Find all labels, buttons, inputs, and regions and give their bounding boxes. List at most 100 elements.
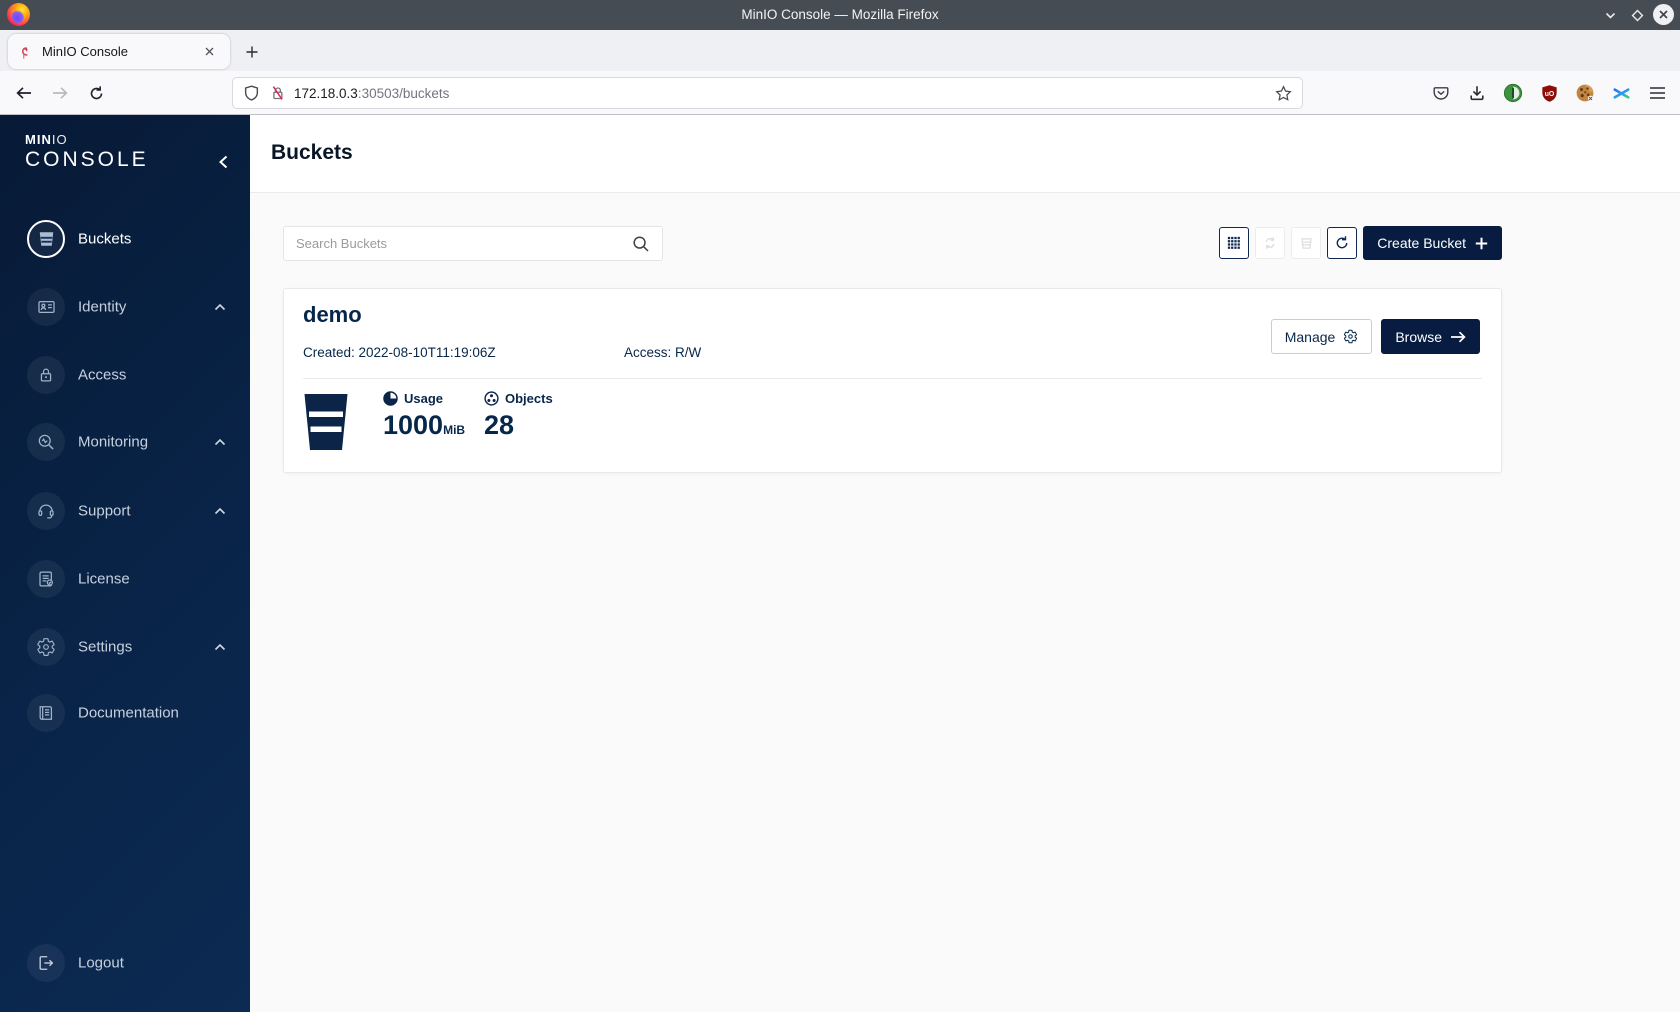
grid-view-button[interactable] (1219, 227, 1250, 259)
grid-view-icon (1228, 236, 1241, 249)
sidebar-item-documentation[interactable]: Documentation (0, 689, 250, 737)
refresh-icon (1336, 236, 1348, 249)
downloads-button[interactable] (1466, 82, 1488, 104)
caret-up-icon[interactable] (214, 643, 226, 651)
sidebar-item-license[interactable]: License (0, 555, 250, 603)
back-icon (16, 87, 31, 99)
browser-titlebar: MinIO Console — Mozilla Firefox (0, 0, 1680, 30)
book-icon (27, 694, 65, 732)
manage-button[interactable]: Manage (1270, 319, 1373, 354)
browser-tab[interactable]: MinIO Console (8, 34, 230, 69)
bucket-access: Access: R/W (624, 345, 702, 360)
delete-buckets-button[interactable] (1291, 227, 1322, 259)
page-title: Buckets (271, 141, 353, 164)
plus-icon (246, 46, 258, 58)
maximize-icon (1631, 9, 1643, 21)
identity-icon (27, 288, 65, 326)
logo-min: MIN (25, 132, 52, 147)
bookmark-star-button[interactable] (1275, 84, 1292, 102)
window-title: MinIO Console — Mozilla Firefox (741, 7, 939, 22)
usage-value: 1000 (383, 410, 444, 440)
bucket-created: Created: 2022-08-10T11:19:06Z (303, 345, 496, 360)
card-divider (303, 378, 1482, 379)
sidebar-item-support[interactable]: Support (0, 487, 250, 535)
reload-icon (90, 85, 102, 99)
forward-button[interactable] (49, 82, 71, 104)
minimize-icon (1605, 12, 1615, 19)
sidebar-item-label: Logout (78, 954, 124, 972)
usage-metric: Usage 1000MiB (383, 391, 465, 439)
sidebar-item-label: Documentation (78, 704, 179, 722)
objects-metric: Objects 28 (484, 391, 553, 439)
sidebar-item-identity[interactable]: Identity (0, 283, 250, 331)
sidebar-item-settings[interactable]: Settings (0, 623, 250, 671)
bucket-card-actions: Manage Browse (1270, 319, 1480, 354)
extension-cookie-button[interactable] (1574, 82, 1596, 104)
sidebar-item-label: Settings (78, 638, 133, 656)
browse-button[interactable]: Browse (1381, 319, 1480, 354)
pocket-button[interactable] (1430, 82, 1452, 104)
objects-icon (484, 391, 499, 406)
buckets-toolbar: Create Bucket (1219, 226, 1502, 260)
caret-up-icon[interactable] (214, 303, 226, 311)
delete-bucket-icon (1300, 237, 1312, 249)
search-input[interactable] (296, 236, 632, 251)
extension-asterisk-button[interactable] (1610, 82, 1632, 104)
support-headset-icon (27, 492, 65, 530)
lock-icon (27, 356, 65, 394)
sidebar-item-label: Buckets (78, 230, 132, 248)
refresh-button[interactable] (1327, 227, 1358, 259)
url-bar[interactable]: 172.18.0.3:30503/buckets (232, 77, 1303, 109)
menu-button[interactable] (1646, 82, 1668, 104)
objects-label: Objects (505, 391, 553, 406)
buckets-icon (27, 220, 65, 258)
usage-label: Usage (404, 391, 444, 406)
back-button[interactable] (13, 82, 35, 104)
minio-logo: MINIO CONSOLE (25, 132, 149, 172)
create-bucket-button[interactable]: Create Bucket (1363, 226, 1502, 260)
bucket-card[interactable]: demo Created: 2022-08-10T11:19:06Z Acces… (283, 288, 1502, 473)
monitoring-icon (27, 423, 65, 461)
sidebar-item-access[interactable]: Access (0, 351, 250, 399)
close-icon (205, 47, 213, 56)
insecure-lock-icon (272, 86, 283, 100)
download-icon (1470, 86, 1484, 101)
sidebar-item-label: Monitoring (78, 433, 149, 451)
license-icon (27, 560, 65, 598)
new-tab-button[interactable] (238, 38, 266, 66)
sidebar-item-buckets[interactable]: Buckets (0, 215, 250, 263)
sidebar-item-label: Identity (78, 298, 127, 316)
extension-ublock-button[interactable]: uO (1538, 82, 1560, 104)
caret-up-icon[interactable] (214, 438, 226, 446)
search-box (283, 226, 663, 261)
gear-icon (27, 628, 65, 666)
close-window-icon (1659, 10, 1668, 19)
svg-text:uO: uO (1544, 90, 1554, 97)
set-replication-button[interactable] (1255, 227, 1286, 259)
window-close-button[interactable] (1653, 4, 1674, 25)
sidebar: MINIO CONSOLE Buckets Identity Access Mo… (0, 115, 250, 1012)
logo-io: IO (51, 132, 68, 147)
sidebar-item-label: Support (78, 502, 131, 520)
usage-unit: MiB (443, 423, 466, 437)
tab-title: MinIO Console (42, 44, 128, 59)
tab-close-button[interactable] (198, 41, 220, 63)
window-minimize-button[interactable] (1600, 5, 1620, 25)
star-icon (1275, 84, 1292, 101)
browser-navbar: 172.18.0.3:30503/buckets uO (0, 71, 1680, 115)
caret-up-icon[interactable] (214, 507, 226, 515)
bucket-name[interactable]: demo (303, 302, 362, 328)
firefox-logo-icon (7, 3, 30, 26)
reload-button[interactable] (85, 82, 107, 104)
url-path: :30503/buckets (357, 85, 450, 101)
sidebar-item-label: License (78, 570, 130, 588)
page-header: Buckets (250, 115, 1680, 193)
plus-icon (1475, 237, 1488, 249)
sidebar-item-logout[interactable]: Logout (0, 939, 250, 987)
manage-label: Manage (1284, 328, 1336, 345)
extension-green-button[interactable] (1502, 82, 1524, 104)
sidebar-item-monitoring[interactable]: Monitoring (0, 418, 250, 466)
minio-console-app: MINIO CONSOLE Buckets Identity Access Mo… (0, 115, 1680, 1012)
window-maximize-button[interactable] (1627, 5, 1647, 25)
sidebar-collapse-button[interactable] (212, 151, 234, 173)
